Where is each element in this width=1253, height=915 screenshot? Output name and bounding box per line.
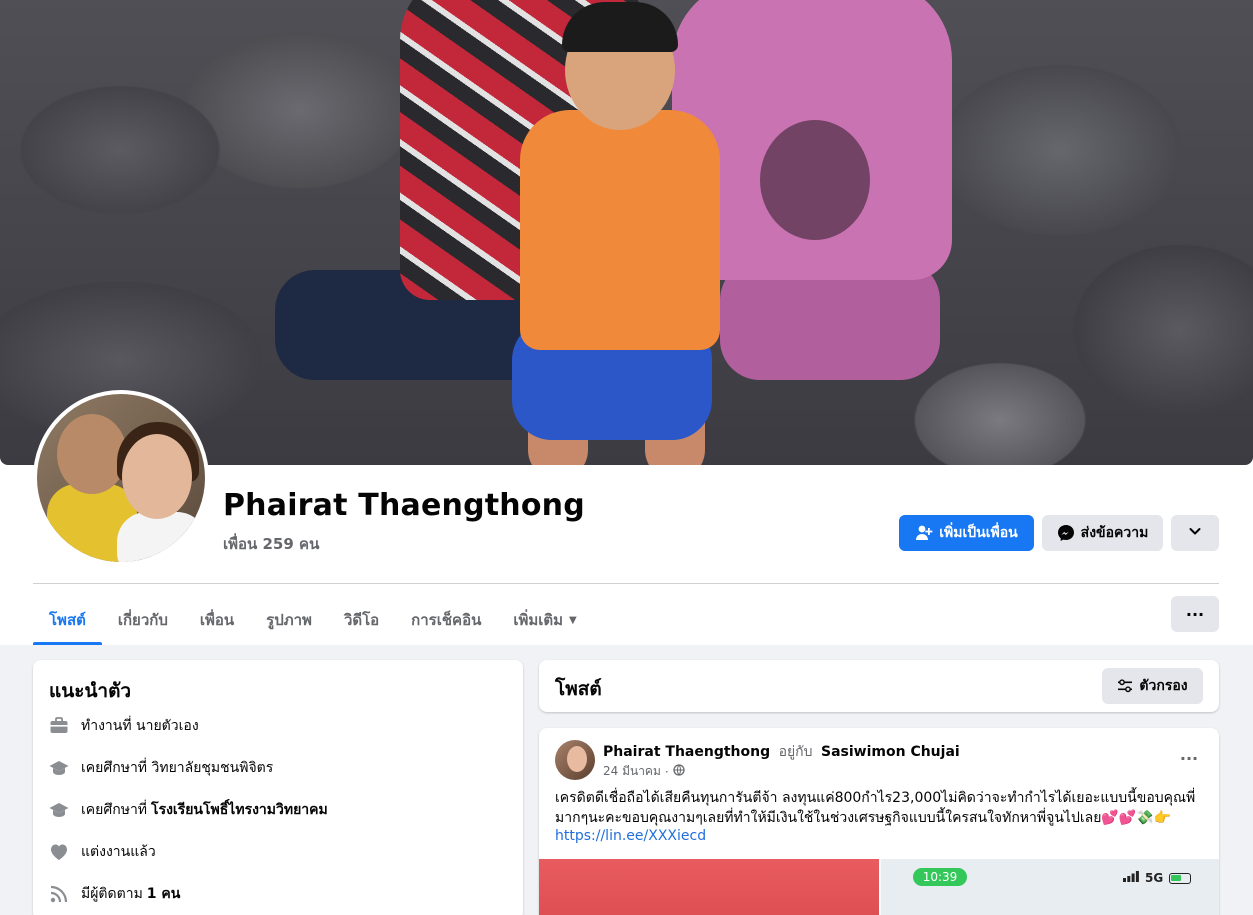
intro-card: แนะนำตัว ทำงานที่ นายตัวเอง เคยศึกษาที่ … bbox=[33, 660, 523, 915]
filter-button[interactable]: ตัวกรอง bbox=[1102, 668, 1203, 704]
tab-label: เพื่อน bbox=[199, 611, 235, 629]
post-author-line: Phairat Thaengthong อยู่กับ Sasiwimon Ch… bbox=[603, 741, 960, 763]
profile-more-dropdown[interactable] bbox=[1171, 515, 1219, 551]
post-tagged-person[interactable]: Sasiwimon Chujai bbox=[821, 744, 960, 760]
meta-separator: · bbox=[664, 764, 669, 779]
ellipsis-icon: ··· bbox=[1185, 604, 1205, 624]
cover-photo-child-hair bbox=[562, 2, 678, 52]
profile-header: Phairat Thaengthong เพื่อน 259 คน เพิ่มเ… bbox=[0, 0, 1253, 645]
post-with-word: อยู่กับ bbox=[778, 744, 813, 760]
post-date[interactable]: 24 มีนาคม bbox=[603, 762, 661, 781]
send-message-button[interactable]: ส่งข้อความ bbox=[1042, 515, 1163, 551]
friends-count[interactable]: เพื่อน 259 คน bbox=[223, 532, 319, 556]
sliders-icon bbox=[1117, 678, 1133, 694]
avatar-person-face bbox=[57, 414, 127, 494]
intro-education-text: เคยศึกษาที่ bbox=[81, 802, 148, 818]
messenger-icon bbox=[1057, 524, 1075, 542]
tab-videos[interactable]: วิดีโอ bbox=[328, 596, 395, 644]
rss-icon bbox=[49, 884, 69, 904]
post-author-name[interactable]: Phairat Thaengthong bbox=[603, 744, 770, 760]
add-person-icon bbox=[915, 524, 933, 542]
avatar-person-face bbox=[122, 434, 192, 519]
send-message-label: ส่งข้อความ bbox=[1080, 525, 1149, 541]
phone-status-time: 10:39 bbox=[913, 868, 967, 886]
tabs-more-options-button[interactable]: ··· bbox=[1171, 596, 1219, 632]
cover-photo-shirt-print bbox=[760, 120, 870, 240]
cover-photo-child-shirt bbox=[520, 110, 720, 350]
ellipsis-icon: ··· bbox=[1179, 748, 1199, 768]
phone-status-bar: 5G bbox=[1123, 871, 1192, 885]
avatar-person-face bbox=[567, 746, 587, 772]
intro-relationship: แต่งงานแล้ว bbox=[49, 841, 156, 863]
tab-label: การเช็คอิน bbox=[411, 611, 482, 629]
tab-label: วิดีโอ bbox=[343, 611, 380, 629]
profile-avatar[interactable] bbox=[33, 390, 209, 566]
briefcase-icon bbox=[49, 716, 69, 736]
intro-followers-text: มีผู้ติดตาม bbox=[81, 886, 143, 902]
caret-down-icon: ▼ bbox=[569, 614, 577, 626]
tab-posts[interactable]: โพสต์ bbox=[33, 596, 102, 645]
tab-label: เกี่ยวกับ bbox=[117, 611, 168, 629]
intro-work: ทำงานที่ นายตัวเอง bbox=[49, 715, 199, 737]
profile-name: Phairat Thaengthong bbox=[223, 488, 585, 523]
tab-label: รูปภาพ bbox=[266, 611, 312, 629]
intro-title: แนะนำตัว bbox=[49, 680, 132, 702]
tab-checkins[interactable]: การเช็คอิน bbox=[395, 596, 497, 644]
tab-more[interactable]: เพิ่มเติม ▼ bbox=[497, 596, 592, 644]
posts-title: โพสต์ bbox=[555, 678, 602, 700]
posts-header-card: โพสต์ ตัวกรอง bbox=[539, 660, 1219, 712]
intro-education-text: เคยศึกษาที่ วิทยาลัยชุมชนพิจิตร bbox=[81, 760, 274, 776]
cover-photo[interactable] bbox=[0, 0, 1253, 465]
intro-education: เคยศึกษาที่ โรงเรียนโพธิ์ไทรงามวิทยาคม bbox=[49, 799, 328, 821]
intro-relationship-text: แต่งงานแล้ว bbox=[81, 844, 156, 860]
heart-icon bbox=[49, 842, 69, 862]
filter-label: ตัวกรอง bbox=[1139, 678, 1188, 694]
intro-work-text: ทำงานที่ นายตัวเอง bbox=[81, 718, 199, 734]
add-friend-button[interactable]: เพิ่มเป็นเพื่อน bbox=[899, 515, 1034, 551]
tab-label: โพสต์ bbox=[49, 611, 86, 629]
tab-friends[interactable]: เพื่อน bbox=[184, 596, 250, 644]
post-link[interactable]: https://lin.ee/XXXiecd bbox=[555, 828, 706, 844]
add-friend-label: เพิ่มเป็นเพื่อน bbox=[939, 525, 1018, 541]
graduation-cap-icon bbox=[49, 800, 69, 820]
post-author-avatar[interactable] bbox=[555, 740, 595, 780]
intro-education: เคยศึกษาที่ วิทยาลัยชุมชนพิจิตร bbox=[49, 757, 273, 779]
tab-photos[interactable]: รูปภาพ bbox=[250, 596, 328, 644]
chevron-down-icon bbox=[1188, 524, 1202, 542]
tab-about[interactable]: เกี่ยวกับ bbox=[102, 596, 184, 644]
tab-label: เพิ่มเติม bbox=[513, 611, 564, 629]
network-type: 5G bbox=[1145, 871, 1164, 885]
header-divider bbox=[33, 583, 1219, 584]
profile-tabs: โพสต์ เกี่ยวกับ เพื่อน รูปภาพ วิดีโอ การ… bbox=[33, 596, 593, 645]
intro-followers-count[interactable]: 1 คน bbox=[147, 883, 181, 905]
post-card: Phairat Thaengthong อยู่กับ Sasiwimon Ch… bbox=[539, 728, 1219, 915]
globe-icon bbox=[673, 764, 685, 779]
battery-icon bbox=[1169, 872, 1192, 884]
post-options-button[interactable]: ··· bbox=[1175, 744, 1203, 772]
post-image-photo[interactable] bbox=[539, 859, 879, 915]
post-meta: 24 มีนาคม · bbox=[603, 762, 685, 781]
intro-followers: มีผู้ติดตาม 1 คน bbox=[49, 883, 180, 905]
intro-education-school-link[interactable]: โรงเรียนโพธิ์ไทรงามวิทยาคม bbox=[151, 799, 328, 821]
graduation-cap-icon bbox=[49, 758, 69, 778]
avatar-person-shirt bbox=[117, 512, 205, 562]
post-text: เครดิตดีเชื่อถือได้เสียคืนทุนการันตีจ้า … bbox=[555, 790, 1196, 826]
signal-icon bbox=[1123, 871, 1139, 885]
